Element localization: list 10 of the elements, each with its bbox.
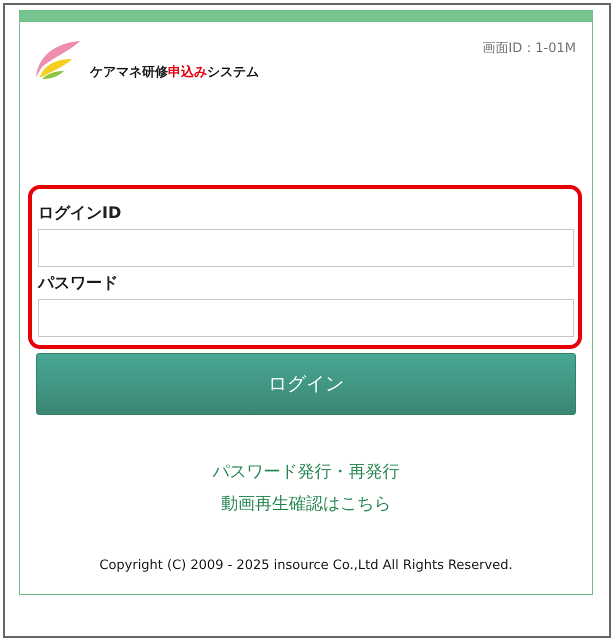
field-label: パスワード <box>38 273 119 294</box>
system-title: ケアマネ研修申込みシステム <box>90 64 259 81</box>
input-field[interactable] <box>38 299 574 337</box>
input-field[interactable] <box>38 229 574 267</box>
field-label: ログインID <box>38 203 122 224</box>
text-link[interactable]: 動画再生確認はこちら <box>221 492 391 515</box>
text-link[interactable]: パスワード発行・再発行 <box>212 460 400 483</box>
login-button[interactable]: ログイン <box>36 353 576 415</box>
copyright-text: Copyright (C) 2009 - 2025 insource Co.,Ltd All Rights Reserved. <box>98 558 514 573</box>
screen-id: 画面ID：1-01M <box>482 40 576 57</box>
